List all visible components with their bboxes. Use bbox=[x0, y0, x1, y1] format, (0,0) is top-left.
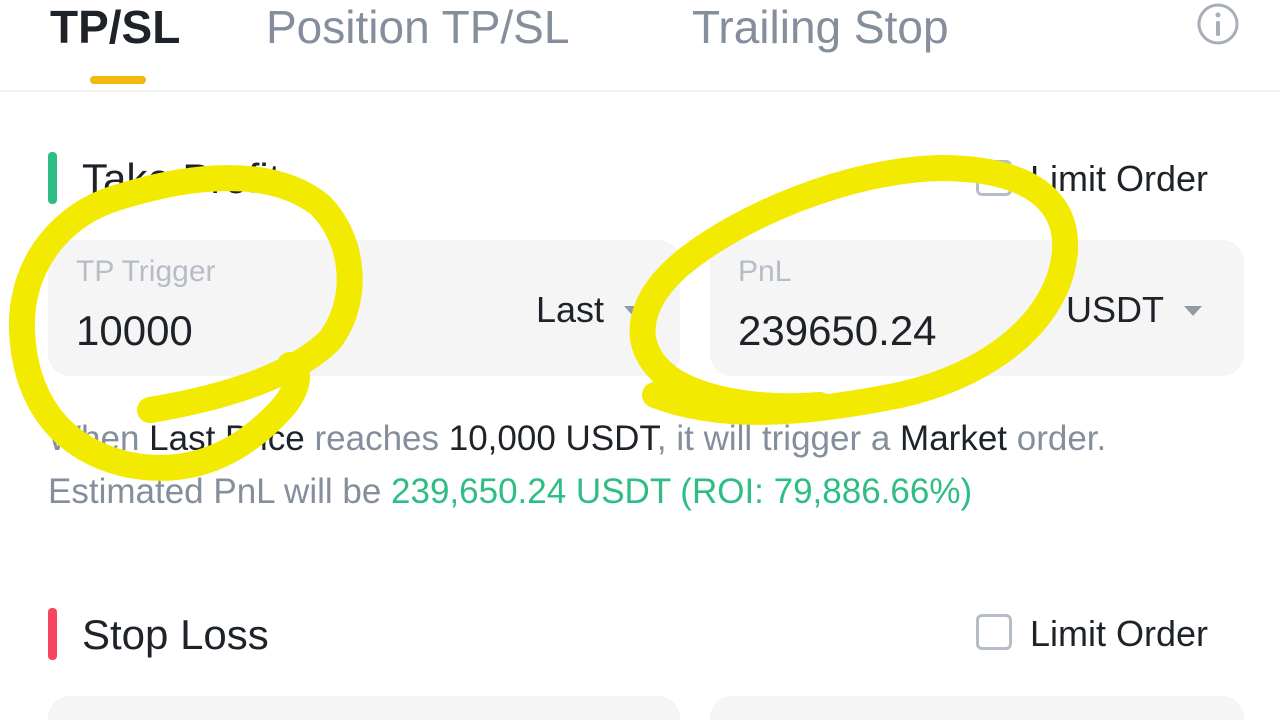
tab-tp-sl[interactable]: TP/SL bbox=[50, 0, 180, 54]
tab-position-tp-sl[interactable]: Position TP/SL bbox=[266, 0, 569, 54]
pnl-unit-select[interactable]: USDT bbox=[1066, 288, 1164, 332]
info-circle-icon[interactable] bbox=[1196, 2, 1240, 46]
estimated-pnl-value: 239,650.24 USDT (ROI: 79,886.66%) bbox=[391, 472, 973, 511]
chevron-down-icon[interactable] bbox=[1184, 306, 1202, 316]
sl-limit-order-checkbox[interactable] bbox=[976, 614, 1012, 650]
take-profit-description: When Last Price reaches 10,000 USDT, it … bbox=[48, 419, 1107, 511]
active-tab-indicator bbox=[90, 76, 146, 84]
pnl-input[interactable]: 239650.24 bbox=[738, 306, 937, 356]
tp-trigger-label: TP Trigger bbox=[76, 255, 216, 288]
tp-limit-order-checkbox[interactable] bbox=[976, 160, 1012, 196]
stop-loss-title: Stop Loss bbox=[82, 611, 269, 658]
take-profit-title: Take Profit bbox=[82, 155, 281, 202]
chevron-down-icon[interactable] bbox=[624, 306, 642, 316]
tp-trigger-price-type-select[interactable]: Last bbox=[536, 288, 604, 332]
tp-trigger-input[interactable]: 10000 bbox=[76, 306, 193, 356]
sl-trigger-field[interactable] bbox=[48, 696, 680, 720]
pnl-label: PnL bbox=[738, 255, 792, 288]
sl-limit-order-label: Limit Order bbox=[1030, 613, 1209, 654]
take-profit-marker bbox=[48, 152, 57, 204]
tp-sl-tab-bar: TP/SL Position TP/SL Trailing Stop bbox=[0, 0, 1280, 92]
stop-loss-marker bbox=[48, 608, 57, 660]
tab-trailing-stop[interactable]: Trailing Stop bbox=[692, 0, 949, 54]
sl-pnl-field[interactable] bbox=[710, 696, 1244, 720]
tp-trigger-field[interactable]: TP Trigger 10000 Last bbox=[48, 240, 680, 376]
tp-pnl-field[interactable]: PnL 239650.24 USDT bbox=[710, 240, 1244, 376]
tp-limit-order-label: Limit Order bbox=[1030, 158, 1209, 199]
